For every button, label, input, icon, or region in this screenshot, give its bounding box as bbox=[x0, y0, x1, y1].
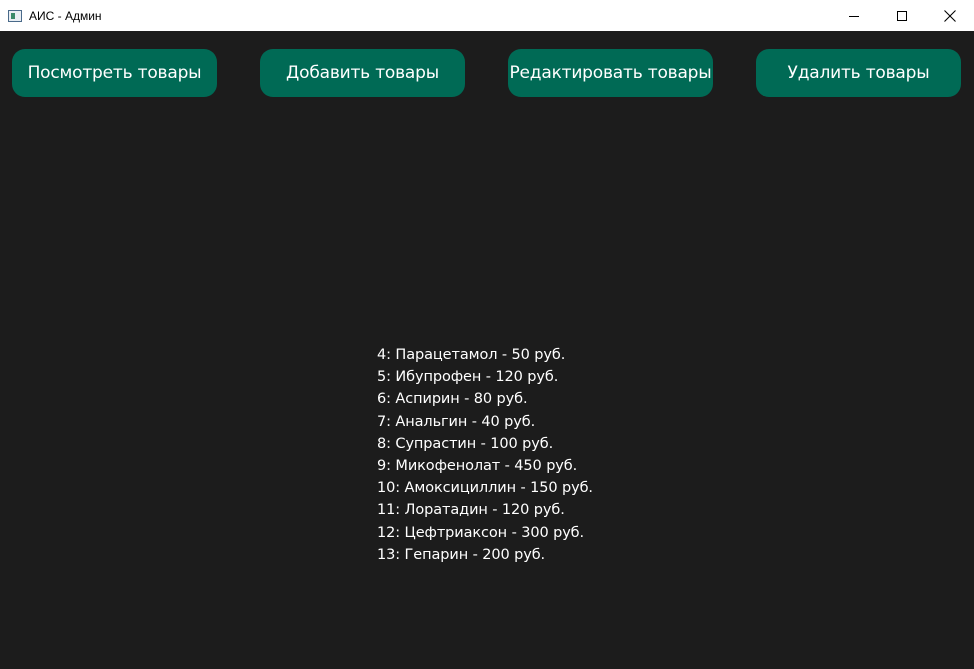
delete-products-button[interactable]: Удалить товары bbox=[756, 49, 961, 97]
close-button[interactable] bbox=[926, 0, 974, 31]
list-item: 5: Ибупрофен - 120 руб. bbox=[377, 369, 559, 386]
minimize-button[interactable] bbox=[830, 0, 878, 31]
window-controls bbox=[830, 0, 974, 31]
app-window: АИС - Админ Посмотреть товары Добавить т… bbox=[0, 0, 974, 669]
view-products-button[interactable]: Посмотреть товары bbox=[12, 49, 217, 97]
list-item: 7: Анальгин - 40 руб. bbox=[377, 413, 536, 430]
add-products-button[interactable]: Добавить товары bbox=[260, 49, 465, 97]
close-icon bbox=[944, 9, 956, 22]
list-item: 13: Гепарин - 200 руб. bbox=[377, 546, 546, 563]
maximize-button[interactable] bbox=[878, 0, 926, 31]
list-item: 6: Аспирин - 80 руб. bbox=[377, 391, 528, 408]
maximize-icon bbox=[897, 10, 907, 21]
list-item: 8: Супрастин - 100 руб. bbox=[377, 435, 554, 452]
title-bar[interactable]: АИС - Админ bbox=[0, 0, 974, 31]
product-list: 4: Парацетамол - 50 руб. 5: Ибупрофен - … bbox=[377, 344, 593, 566]
list-item: 10: Амоксициллин - 150 руб. bbox=[377, 480, 593, 497]
list-item: 4: Парацетамол - 50 руб. bbox=[377, 347, 566, 363]
app-icon bbox=[8, 9, 22, 22]
list-item: 12: Цефтриаксон - 300 руб. bbox=[377, 524, 585, 541]
list-item: 9: Микофенолат - 450 руб. bbox=[377, 458, 578, 475]
list-item: 11: Лоратадин - 120 руб. bbox=[377, 502, 565, 519]
edit-products-button[interactable]: Редактировать товары bbox=[508, 49, 713, 97]
window-title: АИС - Админ bbox=[29, 8, 102, 23]
minimize-icon bbox=[849, 15, 859, 17]
